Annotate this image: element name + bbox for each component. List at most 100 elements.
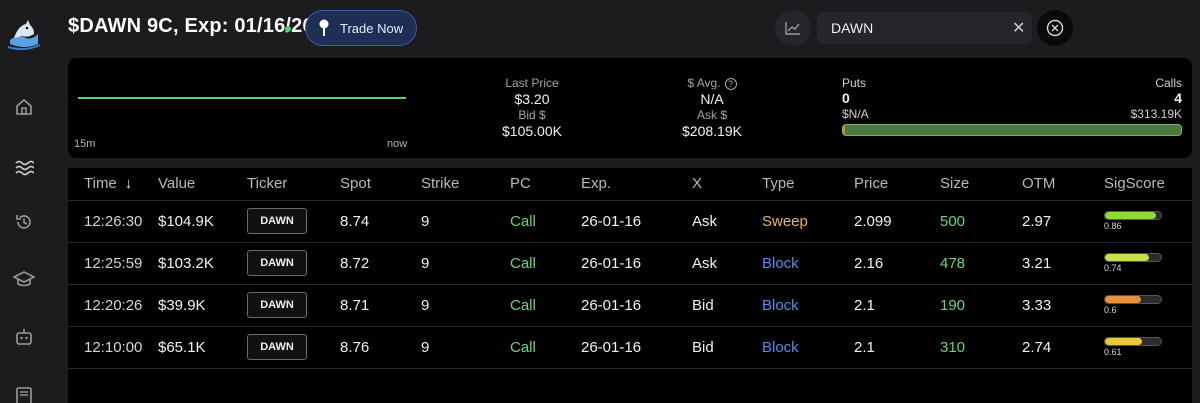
history-icon[interactable] <box>12 210 36 234</box>
sigscore-value: 0.6 <box>1104 305 1117 315</box>
sigscore-bar <box>1104 295 1162 304</box>
sigscore-fill <box>1105 212 1156 219</box>
sidebar <box>0 0 48 403</box>
cell-otm: 2.74 <box>1022 325 1104 369</box>
ticker-badge[interactable]: DAWN <box>247 292 307 318</box>
column-header-spot[interactable]: Spot <box>340 168 421 200</box>
avg-label: $ Avg. <box>687 76 721 90</box>
news-icon[interactable] <box>12 383 36 403</box>
table-row[interactable]: 12:20:26 $39.9K DAWN 8.71 9 Call 26-01-16 Bid Bl… <box>68 283 1192 326</box>
column-header-type[interactable]: Type <box>762 168 854 200</box>
range-start-label: 15m <box>74 138 96 150</box>
column-header-size[interactable]: Size <box>940 168 1022 200</box>
cell-type: Block <box>762 283 854 326</box>
waves-icon[interactable] <box>12 155 36 179</box>
cell-value: $39.9K <box>158 283 247 326</box>
column-header-label: Price <box>854 175 889 193</box>
cell-spot: 8.72 <box>340 241 421 284</box>
cell-size: 478 <box>940 241 1022 284</box>
home-icon[interactable] <box>12 95 36 119</box>
puts-ratio-fill <box>843 125 845 135</box>
column-header-value[interactable]: Value <box>158 168 247 200</box>
bid-label: Bid $ <box>518 108 546 122</box>
sort-down-icon[interactable]: ↓ <box>125 175 133 192</box>
ask-label: Ask $ <box>696 108 727 122</box>
cell-sig: 0.61 <box>1104 325 1192 369</box>
column-header-time[interactable]: Time ↓ <box>68 168 158 200</box>
avg-block: $ Avg.? N/A Ask $ $208.19K <box>652 76 772 140</box>
cell-time: 12:26:30 <box>68 199 158 242</box>
cell-strike: 9 <box>421 241 510 284</box>
search-box: ✕ <box>817 12 1032 44</box>
cell-price: 2.1 <box>854 325 940 369</box>
ticker-badge[interactable]: DAWN <box>247 334 307 360</box>
calls-amount: $313.19K <box>1130 107 1182 121</box>
cell-time: 12:25:59 <box>68 241 158 284</box>
chart-toggle-button[interactable] <box>775 10 811 46</box>
column-header-label: Time <box>84 175 117 193</box>
help-icon[interactable]: ? <box>724 78 737 90</box>
column-header-label: Spot <box>340 175 371 193</box>
column-header-label: Strike <box>421 175 460 193</box>
puts-label: Puts <box>842 76 867 90</box>
column-header-label: PC <box>510 175 531 193</box>
table-header-row: Time ↓ Value Ticker Spot Strike PC Exp. X Type Pri… <box>68 168 1192 200</box>
close-button[interactable] <box>1037 10 1073 46</box>
column-header-ticker[interactable]: Ticker <box>247 168 340 200</box>
sigscore-fill <box>1105 338 1142 345</box>
cell-x: Bid <box>692 283 762 326</box>
column-header-label: Size <box>940 175 970 193</box>
column-header-x[interactable]: X <box>692 168 762 200</box>
column-header-price[interactable]: Price <box>854 168 940 200</box>
cell-otm: 3.33 <box>1022 283 1104 326</box>
table-row[interactable]: 12:26:30 $104.9K DAWN 8.74 9 Call 26-01-16 Ask S… <box>68 199 1192 242</box>
sigscore-fill <box>1105 296 1142 303</box>
column-header-sigscore[interactable]: SigScore <box>1104 168 1192 200</box>
sigscore-value: 0.61 <box>1104 347 1122 357</box>
table-row[interactable]: 12:25:59 $103.2K DAWN 8.72 9 Call 26-01-16 Ask B… <box>68 241 1192 284</box>
cell-spot: 8.71 <box>340 283 421 326</box>
search-input[interactable] <box>831 20 1012 36</box>
price-block: Last Price $3.20 Bid $ $105.00K <box>472 76 592 140</box>
calls-label: Calls <box>1155 76 1182 90</box>
sigscore: 0.86 <box>1104 211 1162 231</box>
ticker-badge[interactable]: DAWN <box>247 208 307 234</box>
cell-otm: 2.97 <box>1022 199 1104 242</box>
cell-x: Ask <box>692 241 762 284</box>
education-icon[interactable] <box>12 267 36 291</box>
cell-pc: Call <box>510 325 581 369</box>
bot-icon[interactable] <box>12 325 36 349</box>
column-header-strike[interactable]: Strike <box>421 168 510 200</box>
bid-value: $105.00K <box>502 123 562 139</box>
logo-icon[interactable] <box>4 14 44 54</box>
column-header-pc[interactable]: PC <box>510 168 581 200</box>
table-row[interactable]: 12:10:00 $65.1K DAWN 8.76 9 Call 26-01-16 Bid Bl… <box>68 325 1192 369</box>
trade-now-button[interactable]: Trade Now <box>305 10 417 46</box>
puts-calls-ratio-bar <box>842 124 1182 136</box>
calls-count: 4 <box>1174 90 1182 106</box>
column-header-label: X <box>692 175 703 193</box>
cell-value: $104.9K <box>158 199 247 242</box>
avg-label-row: $ Avg.? <box>652 76 772 91</box>
cell-strike: 9 <box>421 325 510 369</box>
cell-ticker: DAWN <box>247 241 340 284</box>
clear-search-icon[interactable]: ✕ <box>1012 18 1025 38</box>
cell-strike: 9 <box>421 283 510 326</box>
column-header-label: Exp. <box>581 175 612 193</box>
ask-value: $208.19K <box>682 123 742 139</box>
cell-ticker: DAWN <box>247 199 340 242</box>
cell-type: Block <box>762 241 854 284</box>
pin-icon <box>319 19 329 36</box>
column-header-label: SigScore <box>1104 175 1165 193</box>
cell-value: $65.1K <box>158 325 247 369</box>
puts-calls-block: Puts Calls 0 4 $N/A $313.19K <box>842 76 1182 136</box>
range-end-label: now <box>387 138 408 150</box>
column-header-otm[interactable]: OTM <box>1022 168 1104 200</box>
cell-exp: 26-01-16 <box>581 325 692 369</box>
ticker-badge[interactable]: DAWN <box>247 250 307 276</box>
cell-ticker: DAWN <box>247 283 340 326</box>
line-chart-icon <box>785 22 800 35</box>
cell-pc: Call <box>510 199 581 242</box>
cell-value: $103.2K <box>158 241 247 284</box>
column-header-exp[interactable]: Exp. <box>581 168 692 200</box>
